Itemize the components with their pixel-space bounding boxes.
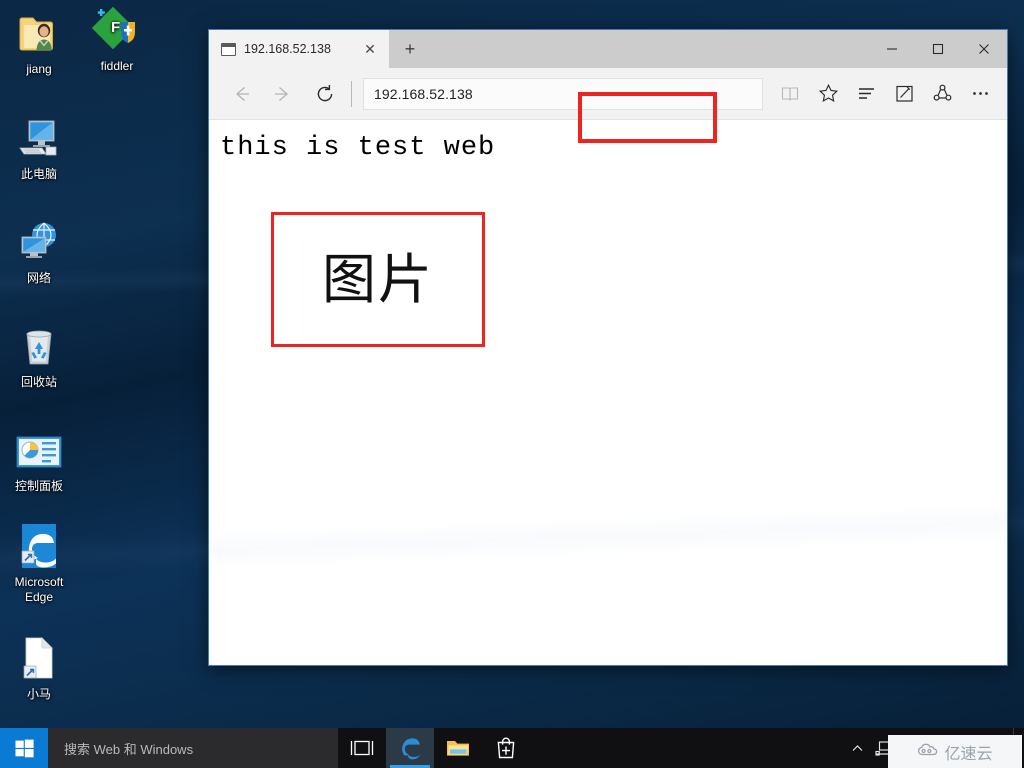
browser-tab[interactable]: 192.168.52.138 ✕ (209, 30, 389, 68)
address-bar-wrap: 192.168.52.138 (363, 77, 763, 110)
chevron-up-icon[interactable] (845, 728, 869, 768)
tab-strip: 192.168.52.138 ✕ + (209, 30, 1007, 68)
taskbar-edge-button[interactable] (386, 728, 434, 768)
desktop-icon-jiang[interactable]: jiang (0, 8, 78, 77)
desktop-icon-xiaoma[interactable]: 小马 (0, 633, 78, 702)
ellipsis-icon[interactable] (961, 74, 999, 114)
web-note-icon[interactable] (885, 74, 923, 114)
folder-user-icon (0, 8, 78, 58)
desktop-icon-label: jiang (26, 62, 52, 76)
back-button[interactable] (221, 74, 261, 114)
forward-button[interactable] (263, 74, 303, 114)
edge-browser-window[interactable]: 192.168.52.138 ✕ + 192.168.52.138 this i… (208, 29, 1008, 666)
taskbar: 搜索 Web 和 Windows (0, 728, 1024, 768)
edge-toolbar (771, 74, 999, 114)
page-icon (221, 42, 236, 56)
new-tab-button[interactable]: + (389, 30, 431, 68)
desktop-icon-label: 回收站 (20, 375, 57, 389)
share-icon[interactable] (923, 74, 961, 114)
desktop-icon-label: 此电脑 (20, 167, 57, 181)
page-heading: this is test web (220, 133, 496, 163)
refresh-button[interactable] (305, 74, 345, 114)
toolbar-divider (351, 80, 352, 107)
this-pc-icon (0, 113, 78, 163)
desktop[interactable]: jiang F fiddler 此电脑 网络 回收站 控制面板 Microsof… (0, 0, 1024, 768)
tab-close-icon[interactable]: ✕ (357, 36, 383, 62)
watermark: 亿速云 (888, 735, 1022, 768)
desktop-icon-fiddler[interactable]: F fiddler (78, 5, 156, 74)
desktop-icon-label: 控制面板 (14, 479, 63, 493)
hub-icon[interactable] (847, 74, 885, 114)
text-file-icon (0, 633, 78, 683)
minimize-button[interactable] (869, 30, 915, 68)
taskbar-explorer-button[interactable] (434, 728, 482, 768)
desktop-icon-label: Microsoft Edge (14, 575, 64, 604)
desktop-icon-network[interactable]: 网络 (0, 217, 78, 286)
svg-text:F: F (111, 19, 120, 36)
tab-title: 192.168.52.138 (244, 42, 331, 56)
maximize-button[interactable] (915, 30, 961, 68)
window-controls (869, 30, 1007, 68)
edge-icon (0, 521, 78, 571)
task-view-button[interactable] (338, 728, 386, 768)
web-page-content[interactable]: this is test web 图片 (209, 120, 1007, 665)
search-input[interactable]: 搜索 Web 和 Windows (48, 728, 338, 768)
broken-image-placeholder[interactable]: 图片 (271, 212, 485, 347)
desktop-icon-label: 小马 (26, 687, 51, 701)
taskbar-store-button[interactable] (482, 728, 530, 768)
desktop-icon-edge[interactable]: Microsoft Edge (0, 521, 78, 605)
fiddler-icon: F (78, 5, 156, 55)
cloud-logo-icon (917, 742, 939, 761)
address-input[interactable]: 192.168.52.138 (363, 77, 763, 110)
desktop-icon-this-pc[interactable]: 此电脑 (0, 113, 78, 182)
reading-view-icon[interactable] (771, 74, 809, 114)
network-icon (0, 217, 78, 267)
navigation-bar: 192.168.52.138 (209, 68, 1007, 120)
start-button[interactable] (0, 728, 48, 768)
recycle-bin-icon (0, 321, 78, 371)
desktop-icon-label: 网络 (26, 271, 51, 285)
desktop-icon-label: fiddler (100, 59, 134, 73)
desktop-icon-control-panel[interactable]: 控制面板 (0, 425, 78, 494)
control-panel-icon (0, 425, 78, 475)
image-alt-text: 图片 (322, 247, 434, 311)
close-button[interactable] (961, 30, 1007, 68)
desktop-icon-recycle-bin[interactable]: 回收站 (0, 321, 78, 390)
star-icon[interactable] (809, 74, 847, 114)
watermark-text: 亿速云 (944, 743, 993, 763)
